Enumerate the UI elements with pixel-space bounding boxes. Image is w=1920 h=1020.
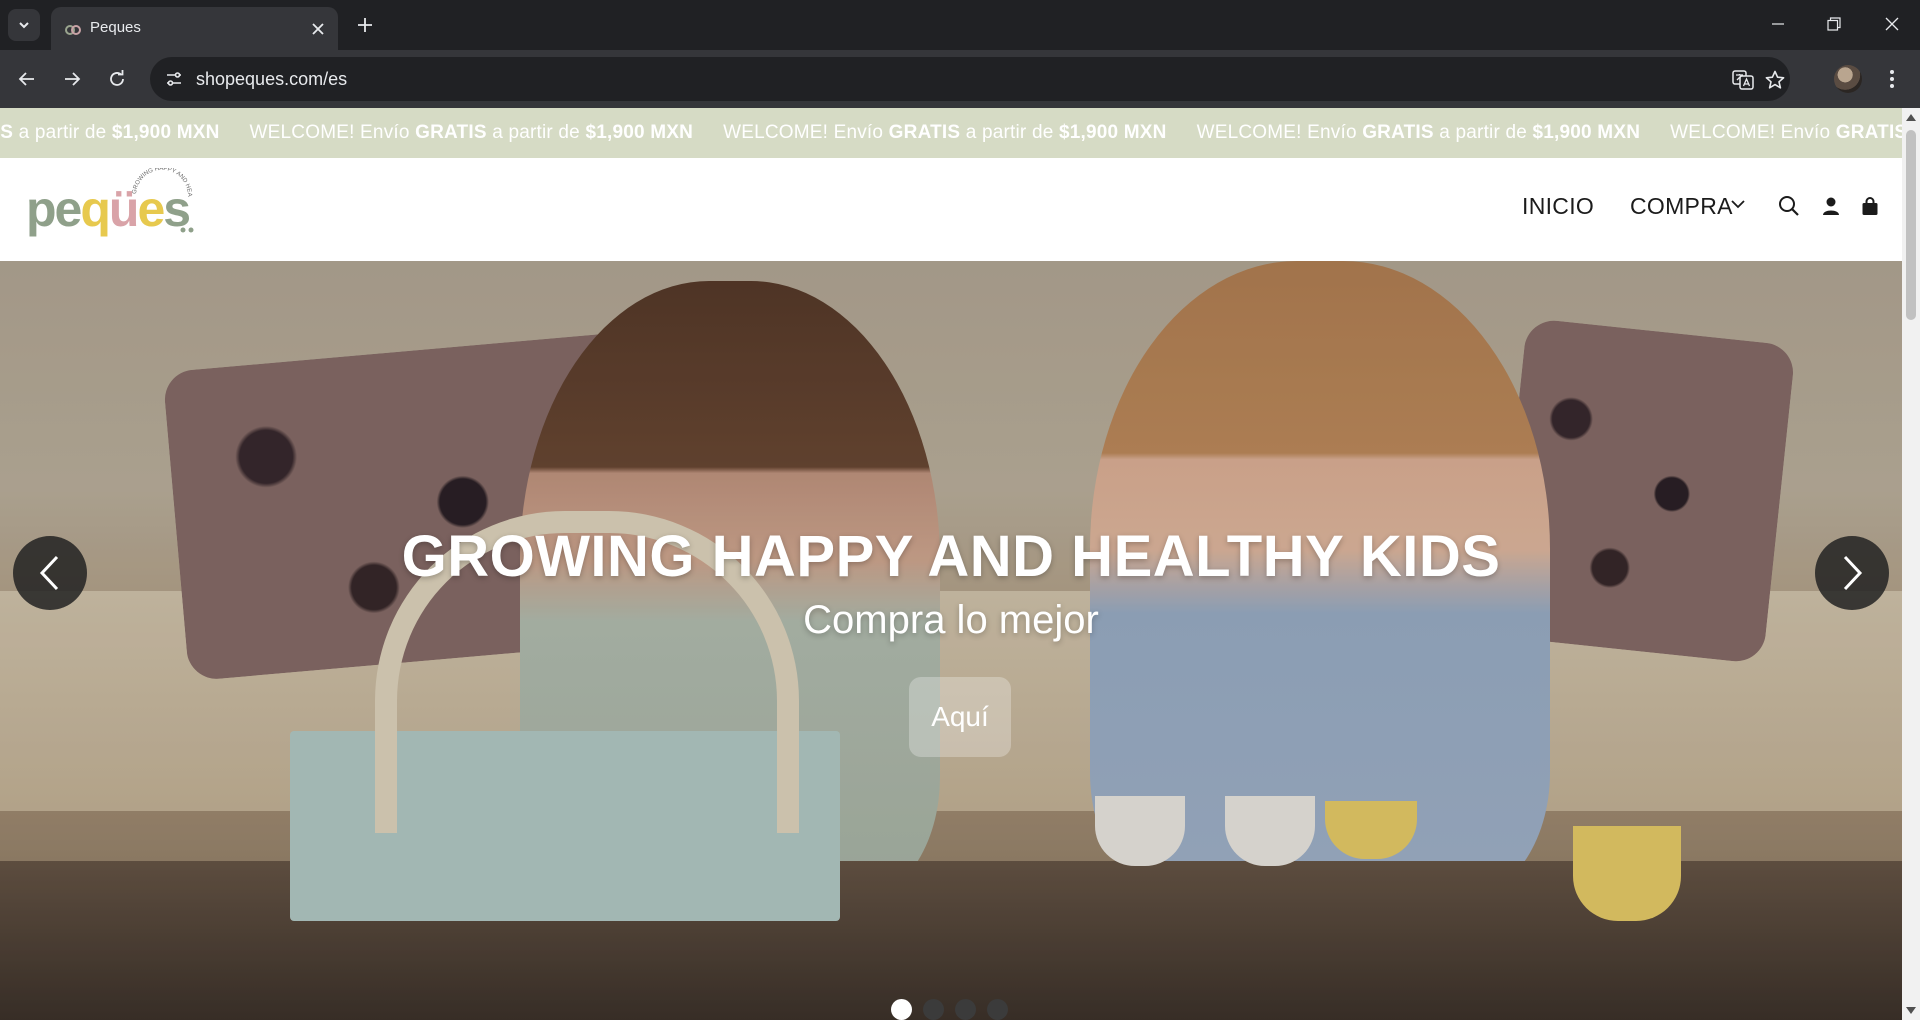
announcement-text: WELCOME! Envío GRATIS a partir de $1,900… — [1196, 122, 1641, 143]
account-icon[interactable] — [1818, 193, 1844, 219]
minimize-button[interactable] — [1750, 0, 1806, 48]
address-bar[interactable]: shopeques.com/es — [150, 57, 1790, 101]
scroll-down-arrow-icon[interactable] — [1906, 1007, 1916, 1014]
page-scrollbar[interactable] — [1902, 108, 1920, 1020]
page-viewport: WELCOME! Envío GRATIS a partir de $1,900… — [0, 108, 1902, 1020]
browser-menu-button[interactable] — [1880, 63, 1904, 95]
search-icon[interactable] — [1776, 193, 1802, 219]
star-icon — [1765, 70, 1785, 89]
url-text: shopeques.com/es — [196, 69, 348, 89]
svg-text:peqües: peqües — [26, 181, 189, 237]
back-button[interactable] — [11, 63, 43, 95]
announcement-bar: WELCOME! Envío GRATIS a partir de $1,900… — [0, 108, 1902, 158]
tab-title: Peques — [90, 19, 141, 36]
chevron-left-icon — [39, 555, 59, 591]
translate-icon — [1732, 70, 1754, 90]
arrow-left-icon — [18, 72, 34, 86]
slide-dot-1[interactable] — [891, 999, 912, 1020]
peques-logo[interactable]: GROWING HAPPY AND HEALTHY KIDS peqües — [26, 168, 206, 248]
bookmark-button[interactable] — [1762, 67, 1788, 93]
announcement-text: WELCOME! Envío GRATIS a partir de $1,900… — [249, 122, 694, 143]
scroll-up-arrow-icon[interactable] — [1906, 114, 1916, 121]
announcement-text: WELCOME! Envío GRATIS a partir de $1,900… — [1670, 122, 1902, 143]
tab-close-icon[interactable] — [306, 17, 330, 41]
hero-slide-content: GROWING HAPPY AND HEALTHY KIDS Compra lo… — [0, 261, 1902, 1020]
reload-button[interactable] — [101, 63, 133, 95]
chevron-down-icon[interactable] — [1728, 194, 1748, 214]
hero-subtitle: Compra lo mejor — [803, 598, 1099, 642]
announcement-text: WELCOME! Envío GRATIS a partir de $1,900… — [0, 122, 220, 143]
slide-dot-3[interactable] — [955, 999, 976, 1020]
nav-link-compra[interactable]: COMPRA — [1630, 193, 1733, 220]
reload-icon — [110, 70, 124, 86]
announcement-marquee: WELCOME! Envío GRATIS a partir de $1,900… — [0, 108, 1902, 158]
chevron-right-icon — [1843, 555, 1863, 591]
close-window-button[interactable] — [1864, 0, 1920, 48]
browser-toolbar: shopeques.com/es — [0, 50, 1920, 108]
minimize-icon — [1772, 23, 1784, 25]
chevron-down-icon — [19, 22, 29, 29]
arrow-right-icon — [65, 72, 81, 86]
hero-slideshow: GROWING HAPPY AND HEALTHY KIDS Compra lo… — [0, 261, 1902, 1020]
browser-tab-active[interactable]: Peques — [51, 7, 338, 50]
plus-icon — [358, 18, 372, 32]
cart-bag-icon[interactable] — [1857, 193, 1883, 219]
announcement-text: WELCOME! Envío GRATIS a partir de $1,900… — [723, 122, 1167, 143]
restore-icon — [1827, 17, 1841, 31]
profile-avatar[interactable] — [1834, 65, 1862, 93]
slide-pagination — [891, 999, 1008, 1020]
tab-search-button[interactable] — [8, 9, 40, 41]
translate-button[interactable] — [1730, 67, 1756, 93]
slide-prev-button[interactable] — [13, 536, 87, 610]
slide-dot-4[interactable] — [987, 999, 1008, 1020]
site-header: GROWING HAPPY AND HEALTHY KIDS peqües IN… — [0, 158, 1902, 256]
nav-link-inicio[interactable]: INICIO — [1522, 193, 1594, 220]
site-info-button[interactable] — [160, 65, 188, 93]
hero-cta-button[interactable]: Aquí — [909, 677, 1011, 757]
restore-button[interactable] — [1806, 0, 1862, 48]
slide-next-button[interactable] — [1815, 536, 1889, 610]
new-tab-button[interactable] — [352, 12, 378, 38]
forward-button[interactable] — [56, 63, 88, 95]
hero-title: GROWING HAPPY AND HEALTHY KIDS — [401, 524, 1501, 589]
more-vertical-icon — [1890, 70, 1894, 88]
tune-icon — [167, 72, 181, 86]
slide-dot-2[interactable] — [923, 999, 944, 1020]
close-icon — [1885, 17, 1899, 31]
browser-tab-strip: Peques — [0, 0, 1920, 50]
site-favicon-icon — [65, 25, 81, 35]
scrollbar-thumb[interactable] — [1906, 130, 1916, 320]
